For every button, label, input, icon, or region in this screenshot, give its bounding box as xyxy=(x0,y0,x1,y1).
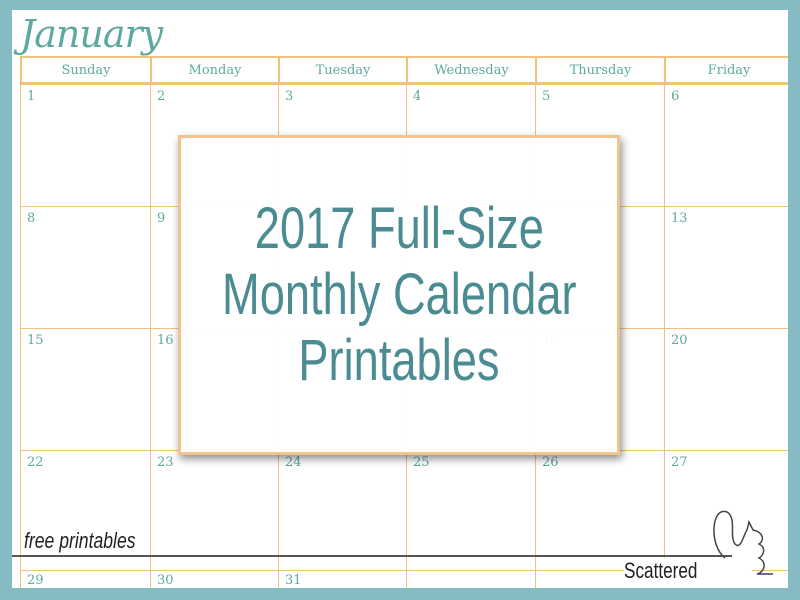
day-cell: 23 xyxy=(150,450,279,571)
day-number: 5 xyxy=(542,89,551,104)
day-number: 29 xyxy=(27,573,44,588)
day-cell: 26 xyxy=(535,450,665,571)
day-cell: 30 xyxy=(150,570,279,588)
day-cell: 6 xyxy=(664,84,788,207)
day-number: 22 xyxy=(27,455,44,470)
day-header-thursday: Thursday xyxy=(535,56,666,84)
day-number: 24 xyxy=(285,455,302,470)
divider xyxy=(12,555,732,557)
day-number: 4 xyxy=(413,89,422,104)
day-header-tuesday: Tuesday xyxy=(278,56,408,84)
day-number: 31 xyxy=(285,573,302,588)
day-cell: 1 xyxy=(20,84,151,207)
day-cell xyxy=(406,570,536,588)
day-number: 27 xyxy=(671,455,688,470)
day-header-wednesday: Wednesday xyxy=(406,56,537,84)
day-cell: 24 xyxy=(278,450,407,571)
squirrel-logo-icon xyxy=(713,510,773,575)
day-cell: 25 xyxy=(406,450,536,571)
day-number: 9 xyxy=(157,211,166,226)
day-cell: 15 xyxy=(20,328,151,451)
day-header-friday: Friday xyxy=(664,56,788,84)
day-cell: 8 xyxy=(20,206,151,329)
day-number: 2 xyxy=(157,89,166,104)
day-number: 23 xyxy=(157,455,174,470)
day-cell: 31 xyxy=(278,570,407,588)
day-number: 16 xyxy=(157,333,174,348)
day-header-monday: Monday xyxy=(150,56,280,84)
tagline: free printables xyxy=(24,528,136,553)
headline-line-1: 2017 Full-Size xyxy=(254,196,544,261)
headline-line-3: Printables xyxy=(298,328,500,393)
month-title: January xyxy=(20,12,163,56)
headline-card: 2017 Full-Size Monthly Calendar Printabl… xyxy=(178,135,620,455)
day-cell: 13 xyxy=(664,206,788,329)
day-cell: 29 xyxy=(20,570,151,588)
day-number: 13 xyxy=(671,211,688,226)
day-header-sunday: Sunday xyxy=(20,56,152,84)
day-number: 25 xyxy=(413,455,430,470)
day-number: 8 xyxy=(27,211,36,226)
day-number: 6 xyxy=(671,89,680,104)
day-cell: 20 xyxy=(664,328,788,451)
headline-line-2: Monthly Calendar xyxy=(221,262,577,327)
day-number: 26 xyxy=(542,455,559,470)
calendar-page: January Sunday Monday Tuesday Wednesday Thur… xyxy=(12,10,788,588)
day-number: 3 xyxy=(285,89,294,104)
day-number: 15 xyxy=(27,333,44,348)
day-number: 30 xyxy=(157,573,174,588)
day-number: 1 xyxy=(27,89,36,104)
day-number: 20 xyxy=(671,333,688,348)
